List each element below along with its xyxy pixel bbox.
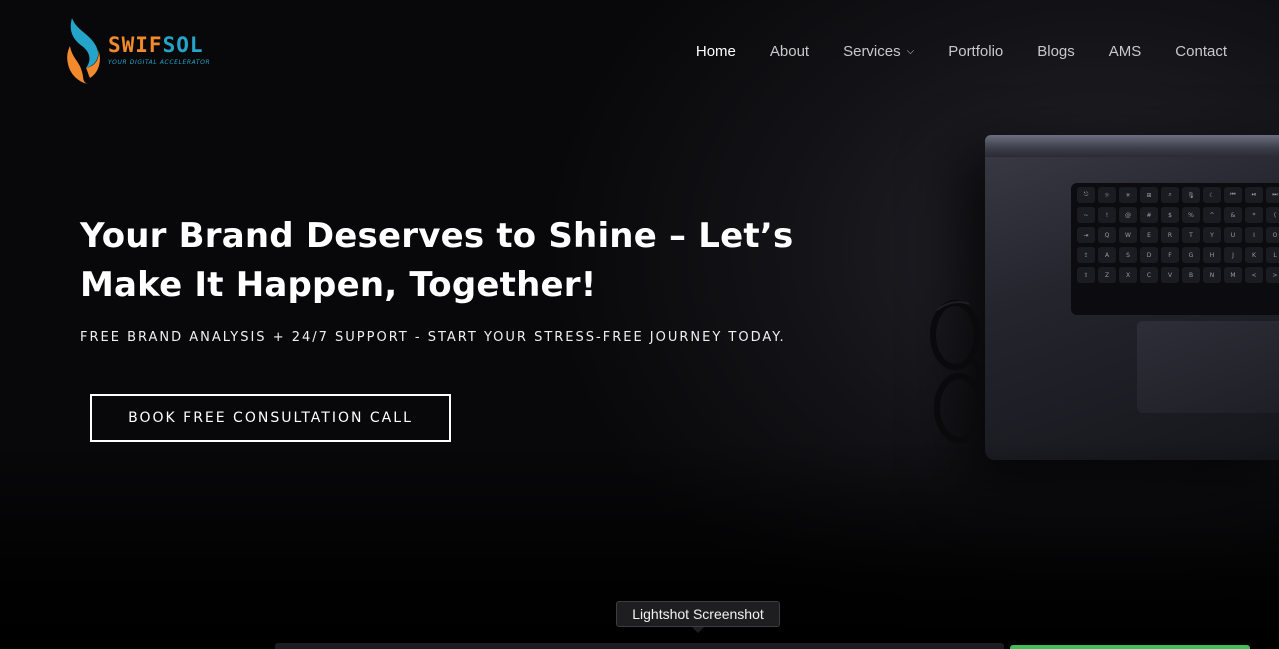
keyboard-key: ⏭ xyxy=(1266,187,1279,203)
keyboard-key: ! xyxy=(1098,207,1116,223)
laptop-hinge xyxy=(985,135,1279,157)
nav-item-label: Blogs xyxy=(1037,43,1075,60)
keyboard-key: @ xyxy=(1119,207,1137,223)
keyboard-key: ⇪ xyxy=(1077,247,1095,263)
nav-item-blogs[interactable]: Blogs xyxy=(1037,43,1075,60)
keyboard-row: ⇪ASDFGHJKL; xyxy=(1077,247,1279,263)
nav-item-label: Services xyxy=(843,43,901,60)
keyboard-key: ^ xyxy=(1203,207,1221,223)
keyboard-key: S xyxy=(1119,247,1137,263)
book-consultation-button[interactable]: BOOK FREE CONSULTATION CALL xyxy=(90,394,451,442)
keyboard-row: ~!@#$%^&*() xyxy=(1077,207,1279,223)
keyboard-key: 🎙 xyxy=(1182,187,1200,203)
keyboard-key: Z xyxy=(1098,267,1116,283)
keyboard-key: I xyxy=(1245,227,1263,243)
keyboard-key: H xyxy=(1203,247,1221,263)
logo-name-part1: SWIF xyxy=(108,32,163,57)
keyboard-key: N xyxy=(1203,267,1221,283)
keyboard-row: ⎋☼☀⊞⌕🎙☾⏮⏯⏭🔇 xyxy=(1077,187,1279,203)
logo-tagline: YOUR DIGITAL ACCELERATOR xyxy=(108,58,211,66)
keyboard-key: B xyxy=(1182,267,1200,283)
keyboard-key: J xyxy=(1224,247,1242,263)
chevron-down-icon: ⌵ xyxy=(906,46,915,57)
keyboard-key: < xyxy=(1245,267,1263,283)
keyboard-key: E xyxy=(1140,227,1158,243)
hero-section: ⎋☼☀⊞⌕🎙☾⏮⏯⏭🔇~!@#$%^&*()⇥QWERTYUIOP⇪ASDFGH… xyxy=(0,0,1279,649)
nav-item-ams[interactable]: AMS xyxy=(1109,43,1142,60)
keyboard-key: & xyxy=(1224,207,1242,223)
keyboard-key: W xyxy=(1119,227,1137,243)
nav-item-label: Portfolio xyxy=(948,43,1004,60)
bottom-bar-green[interactable] xyxy=(1010,645,1250,649)
nav-item-about[interactable]: About xyxy=(770,43,809,60)
keyboard-row: ⇥QWERTYUIOP xyxy=(1077,227,1279,243)
lightshot-tooltip: Lightshot Screenshot xyxy=(616,601,780,627)
flame-icon xyxy=(67,18,100,84)
main-nav: Home About Services ⌵ Portfolio Blogs AMS… xyxy=(696,43,1227,60)
keyboard-key: ⏮ xyxy=(1224,187,1242,203)
keyboard-key: ⏯ xyxy=(1245,187,1263,203)
nav-item-label: About xyxy=(769,43,810,60)
keyboard-key: R xyxy=(1161,227,1179,243)
keyboard-key: ( xyxy=(1266,207,1279,223)
nav-item-home[interactable]: Home xyxy=(696,43,736,60)
keyboard-key: ☀ xyxy=(1119,187,1137,203)
keyboard-key: # xyxy=(1140,207,1158,223)
keyboard-key: A xyxy=(1098,247,1116,263)
keyboard-key: G xyxy=(1182,247,1200,263)
keyboard-key: D xyxy=(1140,247,1158,263)
keyboard-key: Q xyxy=(1098,227,1116,243)
keyboard-key: V xyxy=(1161,267,1179,283)
nav-item-services[interactable]: Services ⌵ xyxy=(843,43,914,60)
keyboard-key: X xyxy=(1119,267,1137,283)
site-logo[interactable]: SWIFSOL YOUR DIGITAL ACCELERATOR xyxy=(66,16,210,84)
keyboard-key: ⎋ xyxy=(1077,187,1095,203)
keyboard-key: ☼ xyxy=(1098,187,1116,203)
keyboard-row: ⇧ZXCVBNM<>? xyxy=(1077,267,1279,283)
keyboard-key: ⇥ xyxy=(1077,227,1095,243)
keyboard-key: Y xyxy=(1203,227,1221,243)
tooltip-arrow xyxy=(692,627,704,633)
keyboard-key: ☾ xyxy=(1203,187,1221,203)
keyboard-key: > xyxy=(1266,267,1279,283)
nav-item-contact[interactable]: Contact xyxy=(1175,43,1227,60)
keyboard-key: ⌕ xyxy=(1161,187,1179,203)
keyboard-key: O xyxy=(1266,227,1279,243)
keyboard-key: ⇧ xyxy=(1077,267,1095,283)
keyboard-key: ~ xyxy=(1077,207,1095,223)
keyboard-key: % xyxy=(1182,207,1200,223)
hero-subtitle: FREE BRAND ANALYSIS + 24/7 SUPPORT - STA… xyxy=(80,330,786,345)
bottom-bar-dark xyxy=(275,643,1004,649)
keyboard-key: T xyxy=(1182,227,1200,243)
logo-name: SWIFSOL xyxy=(108,32,210,57)
keyboard-key: C xyxy=(1140,267,1158,283)
keyboard-key: ⊞ xyxy=(1140,187,1158,203)
nav-item-label: Contact xyxy=(1175,43,1227,60)
keyboard-key: U xyxy=(1224,227,1242,243)
logo-wordmark: SWIFSOL YOUR DIGITAL ACCELERATOR xyxy=(108,32,211,66)
keyboard-key: M xyxy=(1224,267,1242,283)
keyboard-key: K xyxy=(1245,247,1263,263)
eyeglasses-image xyxy=(930,300,984,443)
nav-item-portfolio[interactable]: Portfolio xyxy=(948,43,1003,60)
keyboard-key: * xyxy=(1245,207,1263,223)
laptop-trackpad xyxy=(1137,321,1279,413)
keyboard-key: $ xyxy=(1161,207,1179,223)
laptop-keyboard: ⎋☼☀⊞⌕🎙☾⏮⏯⏭🔇 ~!@#$%^&*() ⇥QWERTYUIOP ⇪ASDFGH… xyxy=(1071,183,1279,315)
keyboard-key: L xyxy=(1266,247,1279,263)
laptop-image: ⎋☼☀⊞⌕🎙☾⏮⏯⏭🔇 ~!@#$%^&*() ⇥QWERTYUIOP ⇪ASDFGH… xyxy=(985,135,1279,460)
nav-item-label: AMS xyxy=(1108,43,1142,60)
hero-title: Your Brand Deserves to Shine – Let’s Mak… xyxy=(80,216,794,305)
logo-name-part2: SOL xyxy=(162,32,204,57)
keyboard-key: F xyxy=(1161,247,1179,263)
nav-item-label: Home xyxy=(695,43,736,60)
